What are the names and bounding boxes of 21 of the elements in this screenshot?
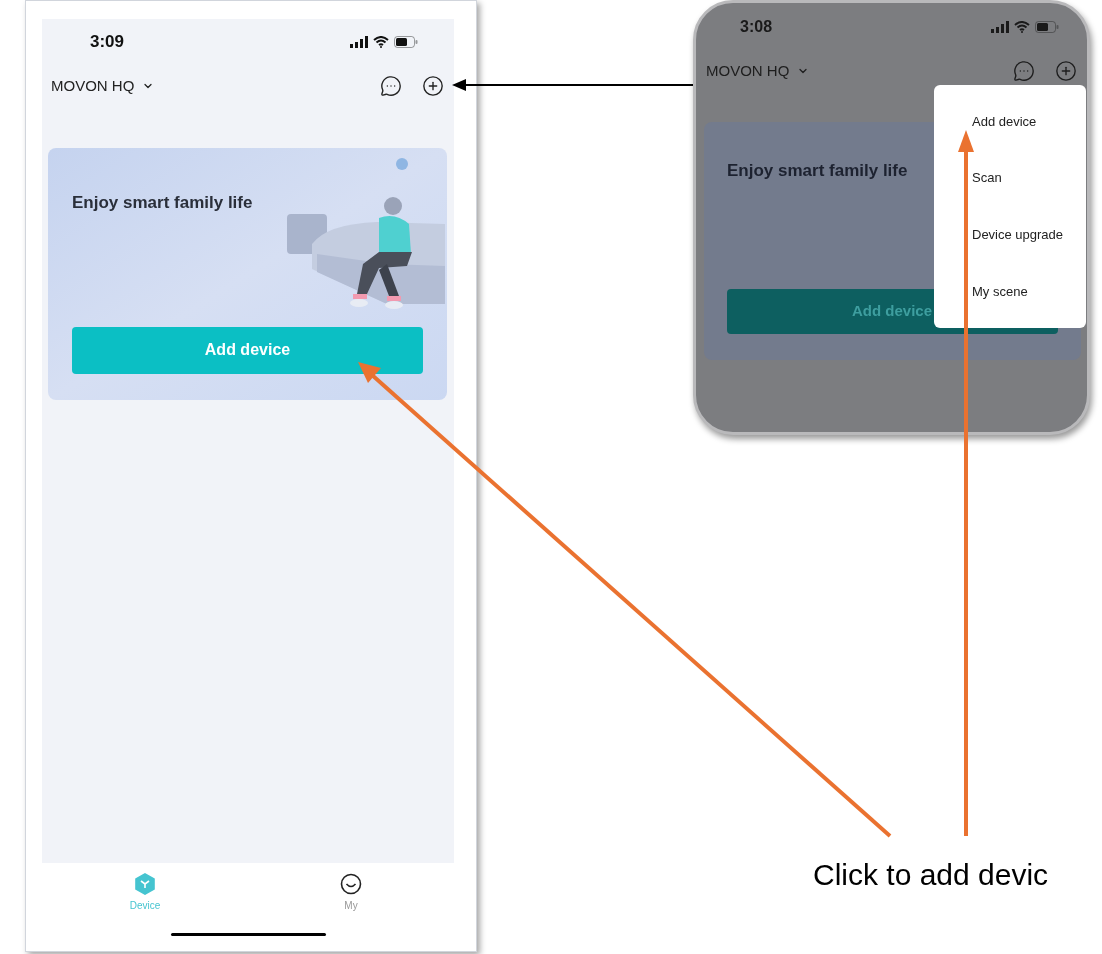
menu-item[interactable]: Scan (934, 149, 1086, 207)
add-button[interactable] (422, 75, 444, 97)
wifi-icon (373, 36, 389, 48)
status-time: 3:09 (90, 31, 125, 54)
cube-icon (134, 873, 156, 895)
menu-item[interactable]: Device upgrade (934, 206, 1086, 264)
smiley-icon (340, 873, 362, 895)
banner-title: Enjoy smart family life (72, 192, 253, 214)
battery-icon (1035, 21, 1059, 33)
menu-item[interactable]: Add device (934, 93, 1086, 150)
wifi-icon (1014, 21, 1030, 33)
caption: Click to add devic (813, 857, 1049, 893)
home-selector[interactable]: MOVON HQ (51, 74, 155, 98)
signal-icon (350, 36, 368, 48)
home-selector[interactable]: MOVON HQ (706, 59, 810, 83)
battery-icon (394, 36, 418, 48)
signal-icon (991, 21, 1009, 33)
message-button[interactable] (380, 75, 402, 97)
menu-item[interactable]: My scene (934, 263, 1086, 320)
banner-title: Enjoy smart family life (727, 160, 908, 182)
status-time: 3:08 (740, 17, 773, 37)
